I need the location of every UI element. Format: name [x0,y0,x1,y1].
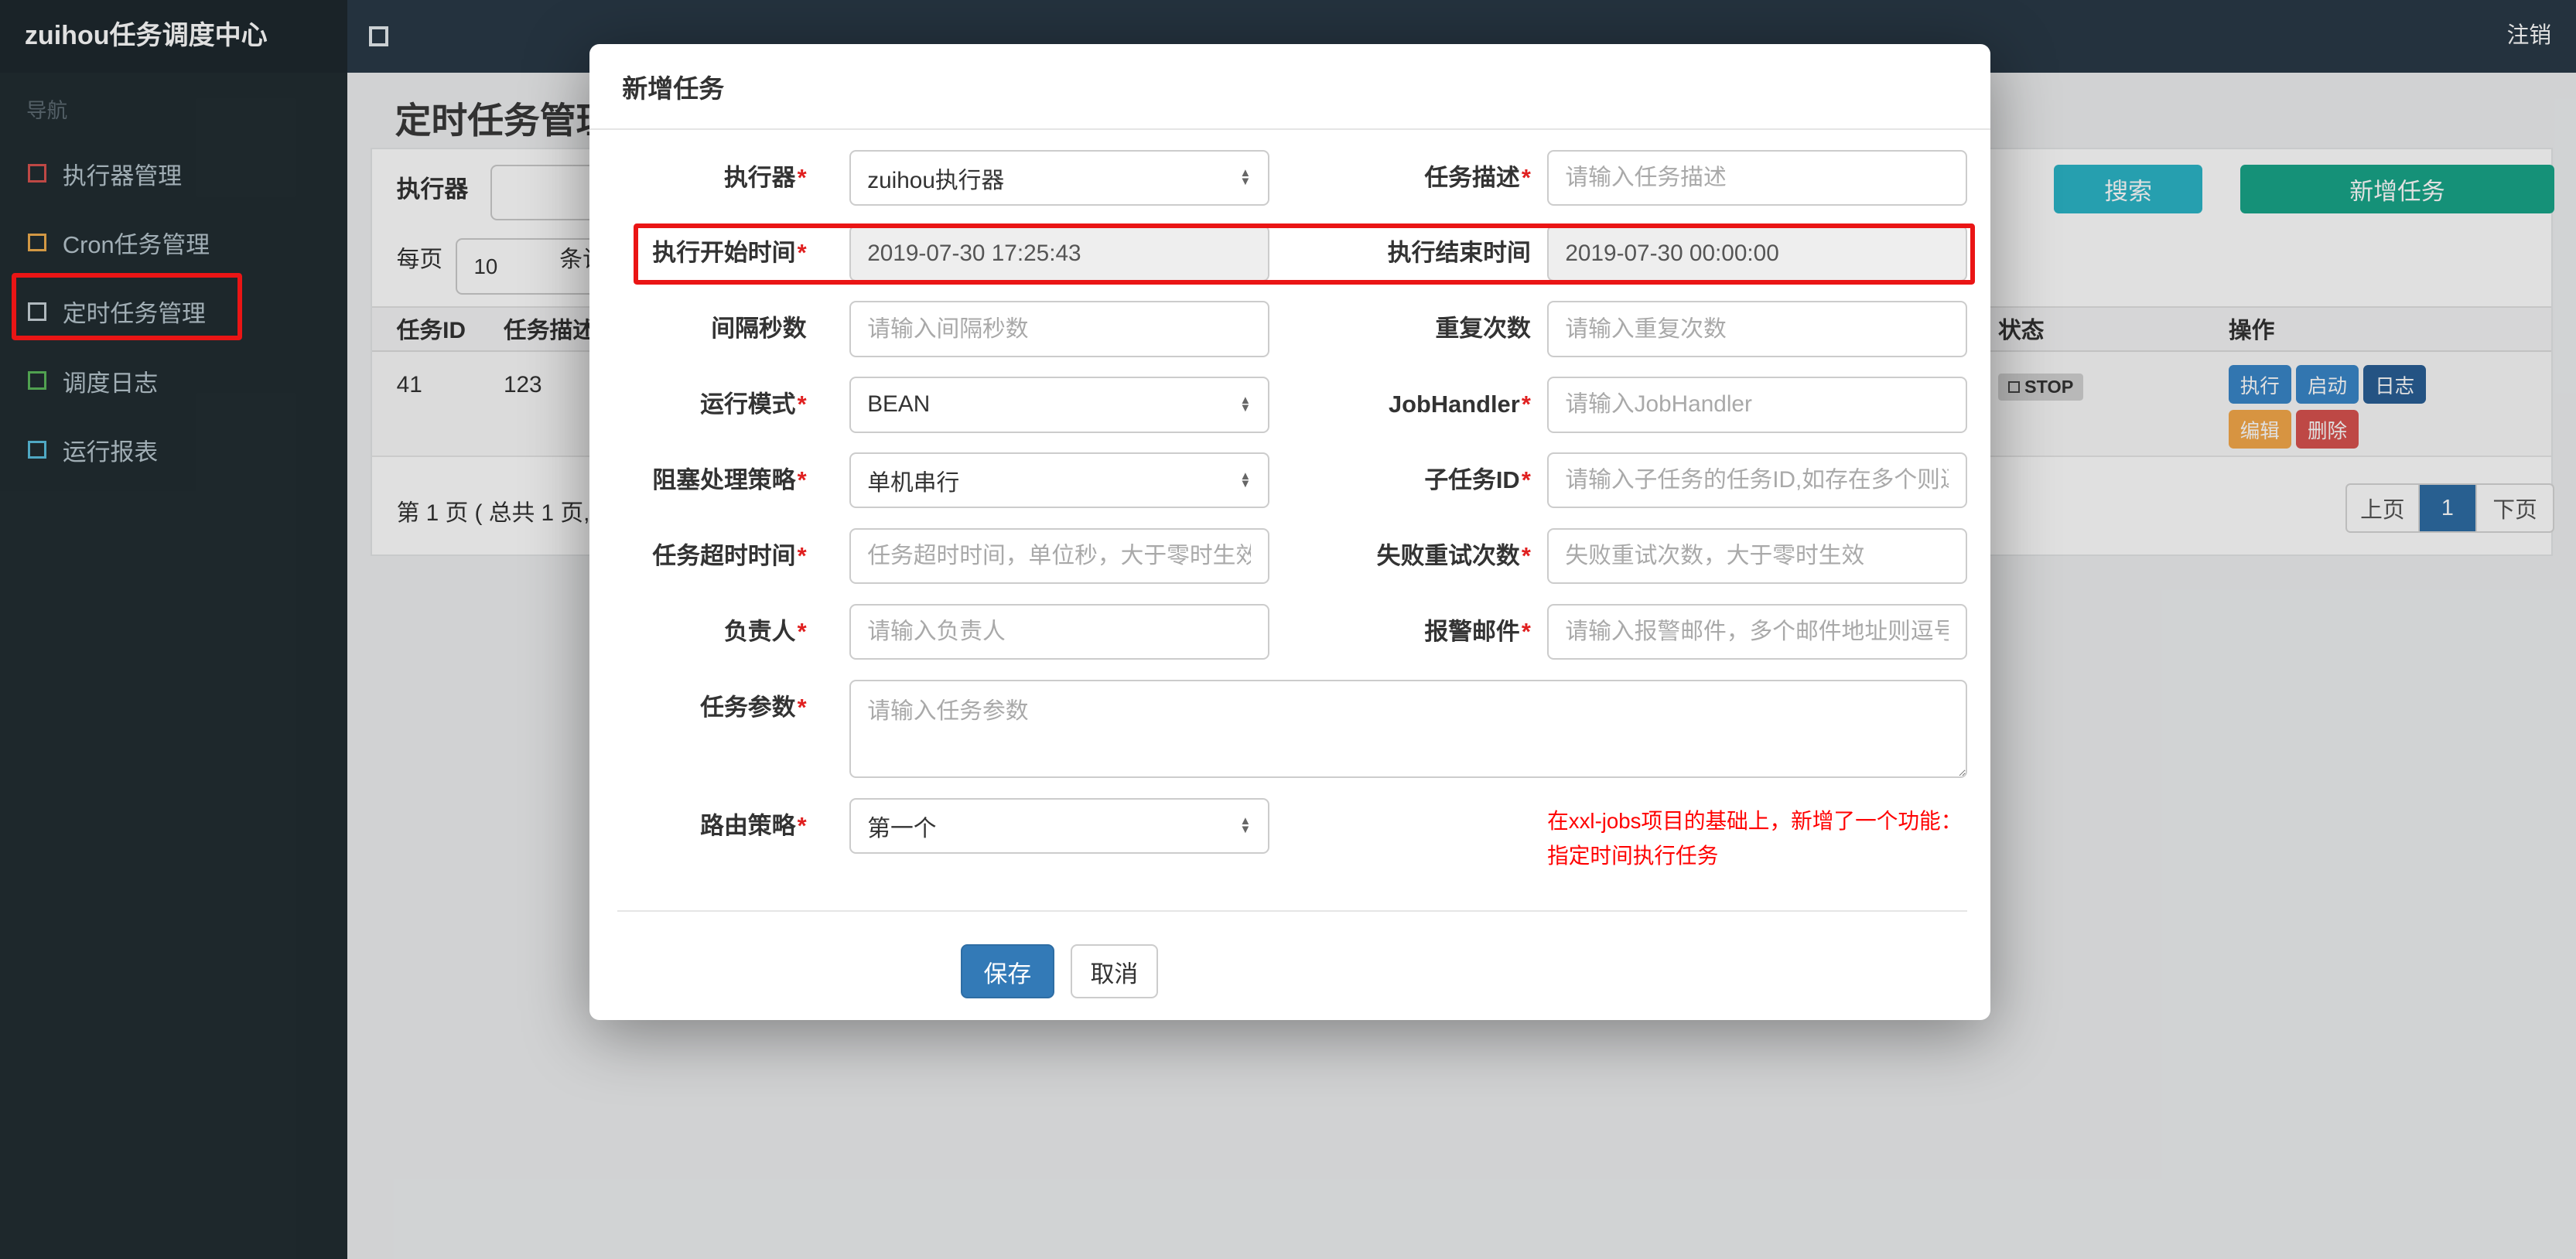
executor-label: 执行器 * [723,163,807,191]
block-strategy-label: 阻塞处理策略 * [652,466,807,494]
select-arrows-icon [1240,817,1252,834]
job-desc-input[interactable] [1547,149,1967,206]
add-task-modal: 新增任务 执行器* zuihou执行器 任务描述* 执行开始时间* 执行结束时间 [589,44,1990,1021]
modal-divider [617,909,1967,912]
interval-input[interactable] [849,301,1269,357]
executor-select[interactable]: zuihou执行器 [849,149,1269,206]
end-time-input[interactable] [1547,225,1967,281]
select-arrows-icon [1240,397,1252,413]
job-param-textarea[interactable] [849,679,1967,779]
end-time-label: 执行结束时间 [1387,239,1531,267]
timeout-label: 任务超时时间 * [652,541,807,569]
jobhandler-input[interactable] [1547,377,1967,433]
app-root: zuihou任务调度中心 注销 导航 执行器管理 Cron任务管理 定时任务管理… [0,0,2576,1259]
job-desc-label: 任务描述 * [1424,163,1531,191]
cancel-button[interactable]: 取消 [1071,944,1158,999]
job-param-label: 任务参数 * [700,693,807,721]
save-button[interactable]: 保存 [960,944,1054,999]
modal-body: 执行器* zuihou执行器 任务描述* 执行开始时间* 执行结束时间 间隔秒数 [589,130,1990,999]
modal-footer: 保存 取消 [589,944,1990,999]
start-time-label: 执行开始时间 * [652,239,807,267]
feature-note: 在xxl-jobs项目的基础上，新增了一个功能： 指定时间执行任务 [1547,809,1963,868]
alarm-email-label: 报警邮件 * [1424,617,1531,645]
jobhandler-label: JobHandler * [1389,391,1531,418]
modal-title: 新增任务 [622,74,725,104]
select-arrows-icon [1240,169,1252,186]
child-job-label: 子任务ID * [1424,466,1531,494]
owner-input[interactable] [849,603,1269,660]
retry-input[interactable] [1547,527,1967,585]
owner-label: 负责人 * [723,617,807,645]
glue-type-select[interactable]: BEAN [849,377,1269,433]
retry-label: 失败重试次数 * [1376,541,1531,569]
select-arrows-icon [1240,473,1252,489]
timeout-input[interactable] [849,527,1269,585]
modal-header: 新增任务 [589,44,1990,131]
child-job-input[interactable] [1547,452,1967,509]
glue-type-label: 运行模式 * [700,391,807,418]
repeat-label: 重复次数 [1435,315,1531,343]
start-time-input[interactable] [849,225,1269,281]
route-strategy-select[interactable]: 第一个 [849,797,1269,855]
alarm-email-input[interactable] [1547,603,1967,660]
interval-label: 间隔秒数 [711,315,807,343]
route-strategy-label: 路由策略 * [700,811,807,839]
repeat-input[interactable] [1547,301,1967,357]
block-strategy-select[interactable]: 单机串行 [849,452,1269,509]
